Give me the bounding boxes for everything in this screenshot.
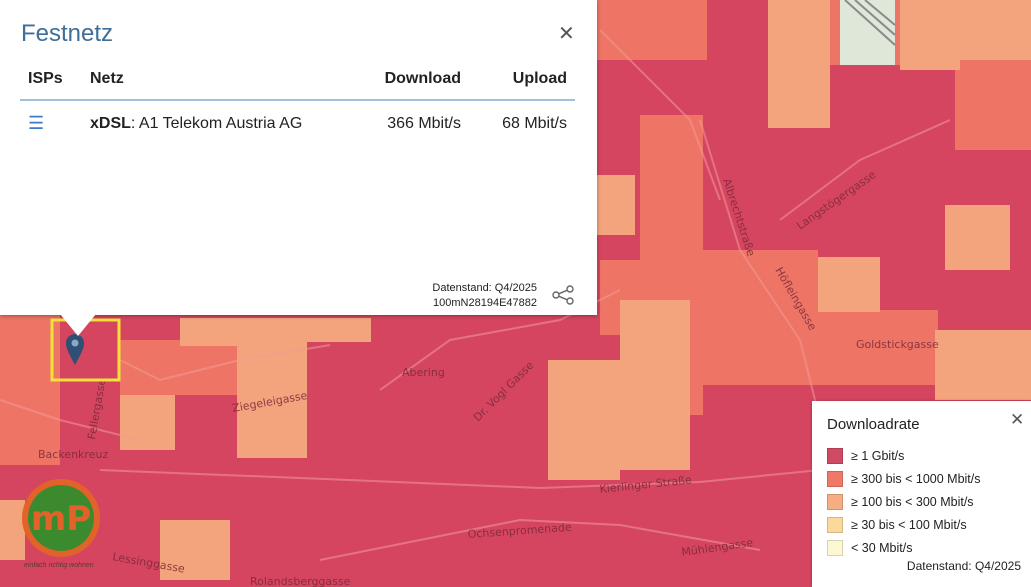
legend-label: ≥ 30 bis < 100 Mbit/s — [851, 517, 967, 532]
col-header-download: Download — [357, 62, 469, 101]
isp-table: ISPs Netz Download Upload ☰ xDSL: A1 Tel… — [20, 62, 575, 146]
company-logo: mP — [22, 479, 100, 557]
legend-date: Datenstand: Q4/2025 — [906, 559, 1021, 573]
provider-label: : A1 Telekom Austria AG — [130, 114, 303, 132]
legend-label: ≥ 1 Gbit/s — [851, 448, 905, 463]
legend-item: < 30 Mbit/s — [827, 536, 981, 559]
upload-cell: 68 Mbit/s — [502, 114, 567, 132]
tech-label: xDSL — [90, 114, 131, 132]
download-cell: 366 Mbit/s — [387, 114, 461, 132]
legend-swatch — [827, 493, 843, 510]
share-icon[interactable] — [552, 285, 574, 305]
svg-text:mP: mP — [31, 499, 91, 539]
legend-title: Downloadrate — [827, 416, 920, 433]
legend-list: ≥ 1 Gbit/s ≥ 300 bis < 1000 Mbit/s ≥ 100… — [827, 444, 981, 559]
legend-label: ≥ 300 bis < 1000 Mbit/s — [851, 471, 981, 486]
legend-panel: Downloadrate ✕ ≥ 1 Gbit/s ≥ 300 bis < 10… — [812, 401, 1031, 587]
logo-tagline: einfach richtig wohnen — [24, 562, 94, 569]
legend-item: ≥ 300 bis < 1000 Mbit/s — [827, 467, 981, 490]
data-date: Datenstand: Q4/2025 — [432, 282, 537, 294]
popup-pointer — [60, 314, 96, 336]
tile-id: 100mN28194E47882 — [433, 297, 537, 309]
legend-close-icon[interactable]: ✕ — [1010, 410, 1024, 430]
street-label: Rolandsberggasse — [250, 575, 351, 587]
legend-label: ≥ 100 bis < 300 Mbit/s — [851, 494, 974, 509]
info-popup: Festnetz ✕ ISPs Netz Download Upload ☰ x… — [0, 0, 597, 315]
legend-item: ≥ 1 Gbit/s — [827, 444, 981, 467]
legend-swatch — [827, 470, 843, 487]
street-label: Goldstickgasse — [856, 338, 939, 351]
popup-close-icon[interactable]: ✕ — [558, 24, 575, 44]
col-header-isps: ISPs — [20, 62, 82, 101]
street-label: Abering — [402, 366, 445, 379]
popup-title: Festnetz — [21, 20, 114, 47]
legend-swatch — [827, 447, 843, 464]
legend-label: < 30 Mbit/s — [851, 540, 913, 555]
col-header-netz: Netz — [82, 62, 358, 101]
table-row: ☰ xDSL: A1 Telekom Austria AG 366 Mbit/s… — [20, 100, 575, 146]
legend-item: ≥ 30 bis < 100 Mbit/s — [827, 513, 981, 536]
list-icon[interactable]: ☰ — [28, 113, 44, 133]
col-header-upload: Upload — [469, 62, 575, 101]
netz-cell: xDSL: A1 Telekom Austria AG — [82, 100, 357, 146]
popup-footer: Datenstand: Q4/2025 100mN28194E47882 — [432, 281, 537, 311]
isp-cell: ☰ — [20, 100, 82, 146]
legend-item: ≥ 100 bis < 300 Mbit/s — [827, 490, 981, 513]
legend-swatch — [827, 516, 843, 533]
legend-swatch — [827, 539, 843, 556]
table-header-row: ISPs Netz Download Upload — [20, 62, 575, 101]
street-label: Backenkreuz — [38, 448, 108, 461]
